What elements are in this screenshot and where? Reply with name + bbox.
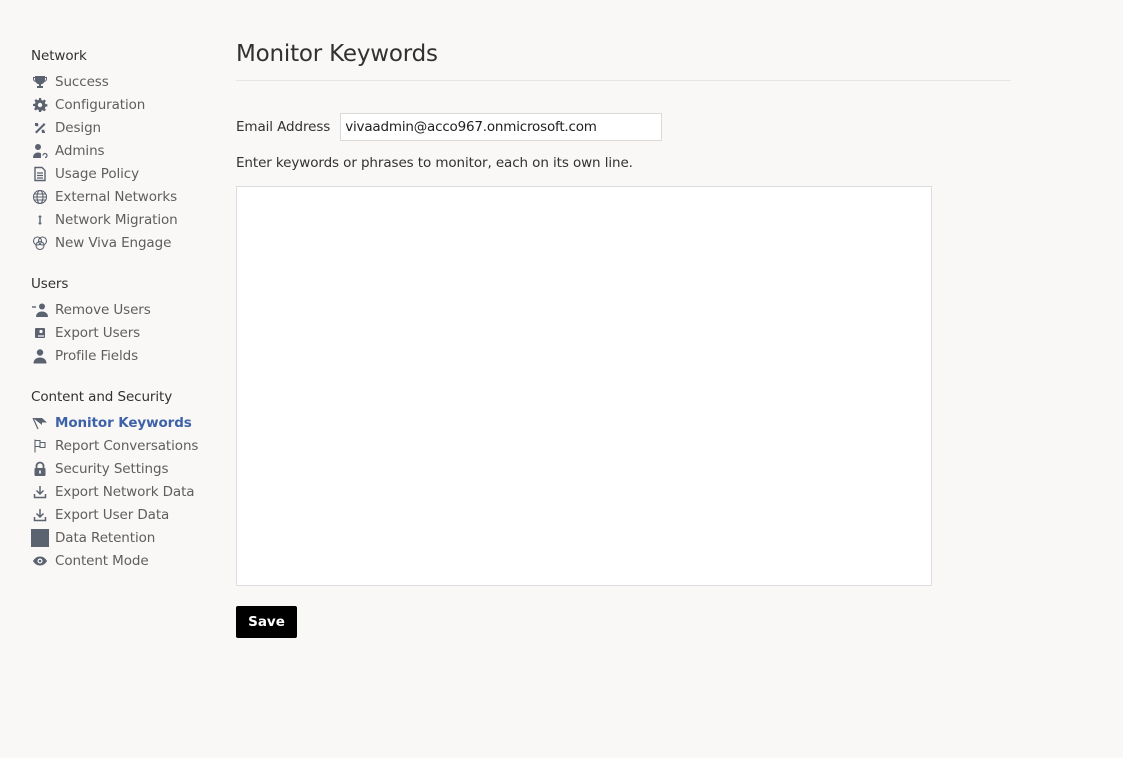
sidebar-item-label: Export Network Data — [55, 483, 195, 500]
admin-sidebar: Network Success Configuration Design Adm… — [31, 47, 221, 593]
sidebar-item-export-user-data[interactable]: Export User Data — [31, 503, 221, 526]
sidebar-item-security-settings[interactable]: Security Settings — [31, 457, 221, 480]
design-tools-icon — [31, 119, 49, 137]
sidebar-item-data-retention[interactable]: Data Retention — [31, 526, 221, 549]
download-icon — [31, 483, 49, 501]
sidebar-item-export-network-data[interactable]: Export Network Data — [31, 480, 221, 503]
sidebar-item-report-conversations[interactable]: Report Conversations — [31, 434, 221, 457]
up-down-arrow-icon — [31, 211, 49, 229]
email-row: Email Address — [236, 113, 1011, 141]
main-content: Monitor Keywords Email Address Enter key… — [236, 38, 1011, 638]
sidebar-item-profile-fields[interactable]: Profile Fields — [31, 344, 221, 367]
save-button[interactable]: Save — [236, 606, 297, 638]
sidebar-item-label: Data Retention — [55, 529, 156, 546]
sidebar-item-design[interactable]: Design — [31, 116, 221, 139]
sidebar-item-success[interactable]: Success — [31, 70, 221, 93]
sidebar-item-label: Configuration — [55, 96, 146, 113]
email-label: Email Address — [236, 119, 331, 135]
globe-icon — [31, 188, 49, 206]
sidebar-item-export-users[interactable]: Export Users — [31, 321, 221, 344]
sidebar-item-label: Network Migration — [55, 211, 178, 228]
title-divider — [236, 80, 1011, 81]
sidebar-item-admins[interactable]: Admins — [31, 139, 221, 162]
sidebar-item-label: Monitor Keywords — [55, 414, 192, 431]
user-icon — [31, 347, 49, 365]
remove-user-icon — [31, 301, 49, 319]
sidebar-section-users: Users Remove Users Export Users Profile … — [31, 275, 221, 367]
sidebar-item-label: Admins — [55, 142, 105, 159]
data-retention-icon — [31, 528, 49, 547]
sidebar-item-label: Export User Data — [55, 506, 170, 523]
document-icon — [31, 165, 49, 183]
keywords-help-text: Enter keywords or phrases to monitor, ea… — [236, 155, 633, 171]
sidebar-item-label: Content Mode — [55, 552, 149, 569]
download-icon — [31, 506, 49, 524]
flag-filled-icon — [31, 414, 49, 432]
sidebar-item-label: Export Users — [55, 324, 141, 341]
sidebar-item-label: Success — [55, 73, 109, 90]
sidebar-item-label: Remove Users — [55, 301, 151, 318]
sidebar-item-label: Usage Policy — [55, 165, 139, 182]
keywords-textarea[interactable] — [236, 186, 932, 586]
trophy-icon — [31, 73, 49, 91]
sidebar-item-label: New Viva Engage — [55, 234, 172, 251]
sidebar-section-network: Network Success Configuration Design Adm… — [31, 47, 221, 254]
page-title: Monitor Keywords — [236, 41, 438, 67]
section-title-content-security: Content and Security — [31, 389, 173, 405]
sidebar-item-usage-policy[interactable]: Usage Policy — [31, 162, 221, 185]
sidebar-item-new-viva-engage[interactable]: New Viva Engage — [31, 231, 221, 254]
flag-outline-icon — [31, 437, 49, 455]
viva-engage-icon — [31, 234, 49, 252]
email-field[interactable] — [340, 113, 663, 141]
sidebar-item-remove-users[interactable]: Remove Users — [31, 298, 221, 321]
section-title-network: Network — [31, 48, 87, 64]
sidebar-section-content-security: Content and Security Monitor Keywords Re… — [31, 388, 221, 572]
sidebar-item-content-mode[interactable]: Content Mode — [31, 549, 221, 572]
admin-user-icon — [31, 142, 49, 160]
sidebar-item-network-migration[interactable]: Network Migration — [31, 208, 221, 231]
sidebar-item-label: Design — [55, 119, 102, 136]
export-users-icon — [31, 324, 49, 342]
section-title-users: Users — [31, 276, 69, 292]
sidebar-item-label: External Networks — [55, 188, 178, 205]
sidebar-item-configuration[interactable]: Configuration — [31, 93, 221, 116]
sidebar-item-label: Report Conversations — [55, 437, 199, 454]
sidebar-item-label: Profile Fields — [55, 347, 139, 364]
sidebar-item-label: Security Settings — [55, 460, 169, 477]
sidebar-item-monitor-keywords[interactable]: Monitor Keywords — [31, 411, 221, 434]
eye-icon — [31, 552, 49, 570]
sidebar-item-external-networks[interactable]: External Networks — [31, 185, 221, 208]
lock-icon — [31, 460, 49, 478]
gear-icon — [31, 96, 49, 114]
